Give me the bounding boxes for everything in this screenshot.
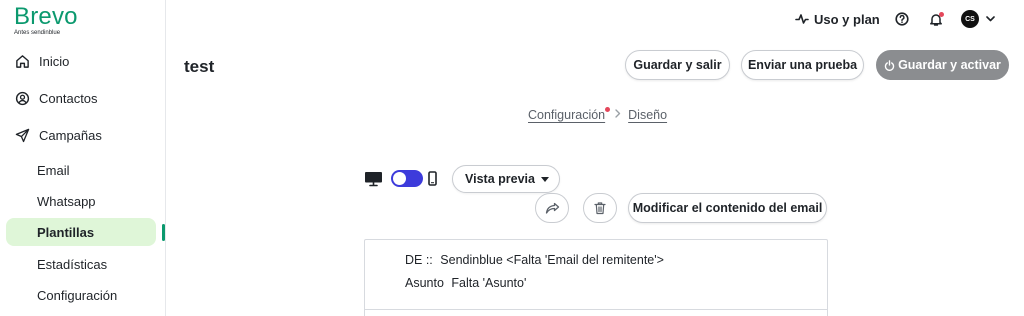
notifications-button[interactable] bbox=[929, 9, 944, 29]
save-and-exit-button[interactable]: Guardar y salir bbox=[625, 50, 730, 80]
desktop-icon[interactable] bbox=[364, 171, 383, 192]
help-button[interactable] bbox=[895, 9, 909, 29]
brand-logo[interactable]: Brevo Antes sendinblue bbox=[14, 3, 78, 37]
activity-icon bbox=[795, 13, 809, 25]
modify-email-content-button[interactable]: Modificar el contenido del email bbox=[628, 193, 827, 223]
power-icon bbox=[884, 59, 895, 71]
send-icon bbox=[14, 127, 30, 143]
caret-down-icon bbox=[541, 177, 549, 182]
email-subject-label: Asunto bbox=[405, 276, 444, 290]
sidebar-subitem-whatsapp[interactable]: Whatsapp bbox=[6, 187, 156, 215]
sidebar-subitem-label: Email bbox=[37, 162, 70, 178]
sidebar-subitem-label: Whatsapp bbox=[37, 193, 96, 209]
avatar: CS bbox=[961, 10, 979, 28]
breadcrumb-diseno[interactable]: Diseño bbox=[628, 108, 667, 122]
toggle-knob bbox=[393, 172, 406, 185]
page-title: test bbox=[184, 57, 215, 76]
chevron-down-icon bbox=[986, 16, 995, 22]
sidebar-item-label: Inicio bbox=[39, 53, 70, 69]
sidebar-item-label: Campañas bbox=[39, 127, 102, 143]
breadcrumb-label: Configuración bbox=[528, 108, 606, 122]
preview-mode-select[interactable]: Vista previa bbox=[452, 165, 560, 193]
sidebar-subitem-label: Configuración bbox=[37, 287, 118, 303]
mobile-icon[interactable] bbox=[428, 171, 437, 191]
email-from-label: DE :: bbox=[405, 253, 433, 267]
sidebar: Brevo Antes sendinblue Inicio Contactos … bbox=[0, 0, 166, 316]
brand-subtitle: Antes sendinblue bbox=[14, 30, 61, 36]
sidebar-subitem-plantillas[interactable]: Plantillas bbox=[6, 218, 156, 246]
bell-icon bbox=[929, 11, 944, 27]
email-preview-card: DE :: Sendinblue <Falta 'Email del remit… bbox=[364, 239, 828, 316]
warning-dot bbox=[605, 107, 611, 112]
email-subject-value: Falta 'Asunto' bbox=[451, 276, 527, 290]
save-and-activate-button[interactable]: Guardar y activar bbox=[876, 50, 1009, 80]
sidebar-subitem-label: Estadísticas bbox=[37, 256, 108, 272]
active-indicator bbox=[162, 224, 165, 241]
preview-mode-label: Vista previa bbox=[465, 172, 535, 186]
email-from-line: DE :: Sendinblue <Falta 'Email del remit… bbox=[405, 253, 664, 267]
share-icon bbox=[545, 202, 560, 215]
sidebar-item-campanas[interactable]: Campañas bbox=[0, 121, 166, 149]
send-test-button[interactable]: Enviar una prueba bbox=[741, 50, 864, 80]
device-toggle[interactable] bbox=[391, 170, 423, 187]
sidebar-subitem-email[interactable]: Email bbox=[6, 156, 156, 184]
sidebar-subitem-label: Plantillas bbox=[37, 224, 95, 240]
delete-button[interactable] bbox=[583, 193, 617, 223]
brand-name: Brevo bbox=[14, 3, 78, 30]
breadcrumb: Configuración Diseño bbox=[528, 107, 667, 122]
save-and-activate-label: Guardar y activar bbox=[898, 58, 1001, 72]
chevron-right-icon bbox=[615, 109, 621, 121]
breadcrumb-configuracion[interactable]: Configuración bbox=[528, 107, 611, 122]
usage-plan-label: Uso y plan bbox=[814, 11, 880, 27]
sidebar-subitem-configuracion[interactable]: Configuración bbox=[6, 281, 156, 309]
share-button[interactable] bbox=[535, 193, 569, 223]
email-divider bbox=[365, 309, 827, 310]
contacts-icon bbox=[14, 90, 30, 106]
sidebar-item-contactos[interactable]: Contactos bbox=[0, 84, 166, 112]
sidebar-subitem-estadisticas[interactable]: Estadísticas bbox=[6, 250, 156, 278]
email-subject-line: Asunto Falta 'Asunto' bbox=[405, 276, 526, 290]
usage-plan-link[interactable]: Uso y plan bbox=[795, 9, 880, 29]
trash-icon bbox=[594, 201, 606, 215]
sidebar-item-label: Contactos bbox=[39, 90, 98, 106]
help-icon bbox=[895, 12, 909, 26]
account-menu[interactable]: CS bbox=[961, 9, 995, 29]
home-icon bbox=[14, 53, 30, 69]
notification-dot bbox=[939, 11, 944, 17]
sidebar-item-inicio[interactable]: Inicio bbox=[0, 47, 166, 75]
email-from-value: Sendinblue <Falta 'Email del remitente'> bbox=[440, 253, 664, 267]
